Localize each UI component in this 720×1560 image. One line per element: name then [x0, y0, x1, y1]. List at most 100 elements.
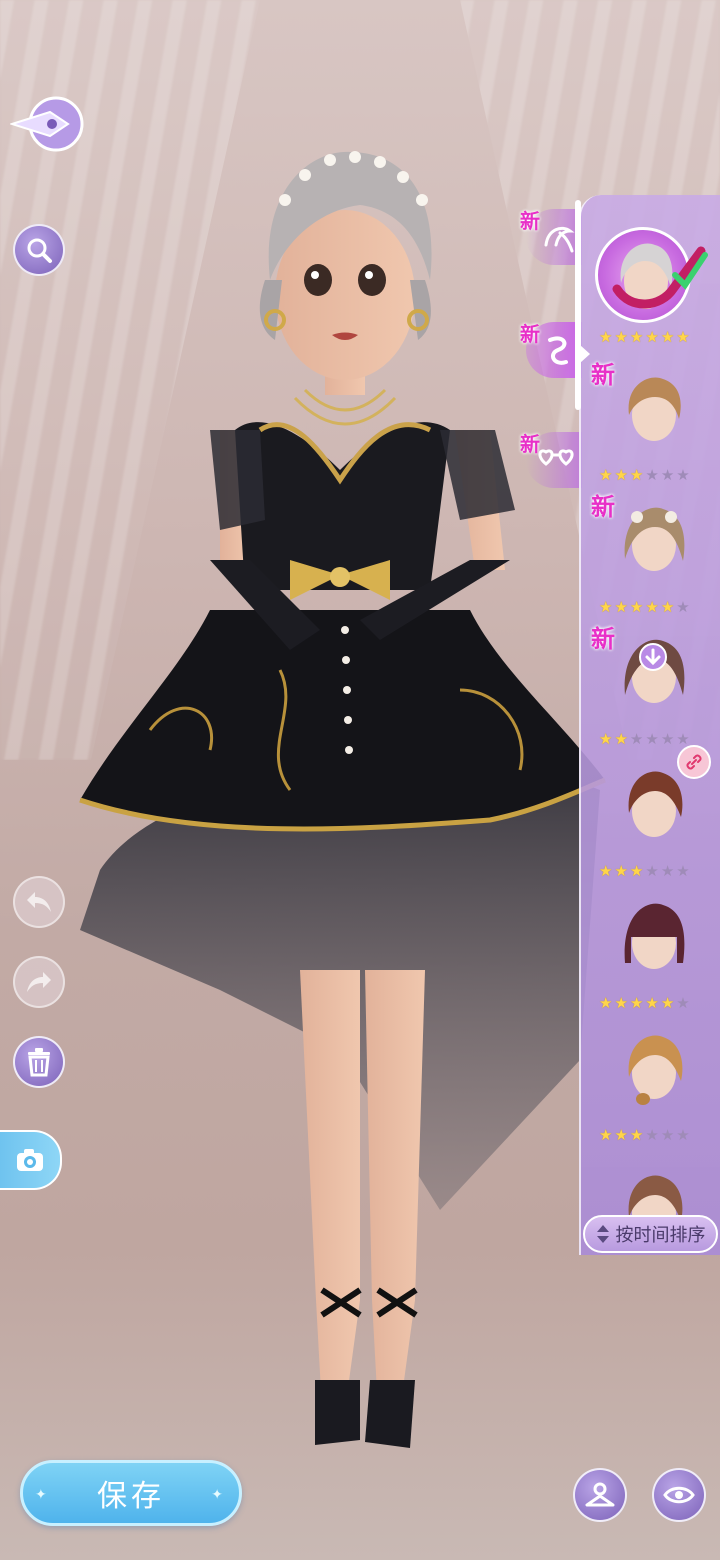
star-icon: ★: [629, 730, 644, 748]
sparkle-icon: ✦: [211, 1487, 227, 1503]
delete-button[interactable]: [13, 1036, 65, 1088]
star-icon: ★: [599, 1126, 613, 1144]
hair-wavy-icon: [624, 639, 685, 703]
star-rating: ★ ★ ★ ★ ★ ★: [599, 863, 690, 879]
star-icon: ★: [660, 862, 675, 880]
sort-by-time-button[interactable]: 按时间排序: [583, 1215, 718, 1253]
save-label: 保存: [97, 1479, 165, 1514]
star-icon: ★: [614, 994, 628, 1012]
star-icon: ★: [614, 466, 628, 484]
hair-sweep-icon: [544, 226, 575, 253]
new-badge: 新: [591, 625, 615, 653]
search-button[interactable]: [13, 224, 65, 276]
star-icon: ★: [676, 730, 690, 748]
star-rating: ★ ★ ★ ★ ★ ★: [599, 1127, 690, 1143]
star-rating: ★ ★ ★ ★ ★ ★: [599, 329, 690, 345]
star-icon: ★: [599, 862, 613, 880]
undo-icon: [27, 892, 51, 912]
star-icon: ★: [660, 730, 675, 748]
star-icon: ★: [660, 1126, 675, 1144]
star-icon: ★: [629, 598, 644, 616]
star-icon: ★: [645, 1126, 659, 1144]
star-icon: ★: [645, 328, 659, 346]
hair-item-wavy[interactable]: 新 ★ ★ ★ ★ ★ ★: [581, 619, 720, 751]
star-icon: ★: [676, 598, 690, 616]
star-icon: ★: [599, 994, 613, 1012]
star-rating: ★ ★ ★ ★ ★ ★: [599, 467, 690, 483]
star-icon: ★: [599, 730, 613, 748]
category-tab-heart-glasses[interactable]: 新: [520, 428, 582, 492]
eye-icon: [663, 1486, 695, 1504]
star-icon: ★: [614, 328, 628, 346]
star-icon: ★: [645, 598, 659, 616]
star-icon: ★: [676, 328, 690, 346]
sparkle-icon: ✦: [35, 1487, 51, 1503]
camera-button[interactable]: [0, 1130, 62, 1190]
star-icon: ★: [660, 994, 675, 1012]
hair-item-bob-bangs[interactable]: ★ ★ ★ ★ ★ ★: [581, 883, 720, 1015]
hair-auburn-updo-icon: [628, 771, 683, 837]
star-rating: ★ ★ ★ ★ ★ ★: [599, 995, 690, 1011]
star-icon: ★: [614, 862, 628, 880]
redo-button[interactable]: [13, 956, 65, 1008]
heart-glasses-icon: [538, 449, 574, 466]
camera-icon: [17, 1149, 43, 1171]
redo-icon: [27, 972, 51, 992]
star-icon: ★: [599, 598, 613, 616]
star-icon: ★: [629, 328, 644, 346]
new-badge: 新: [591, 493, 615, 521]
undo-button[interactable]: [13, 876, 65, 928]
star-icon: ★: [645, 994, 659, 1012]
star-icon: ★: [599, 466, 613, 484]
hair-item-blonde-braid[interactable]: ★ ★ ★ ★ ★ ★: [581, 1015, 720, 1147]
preview-button[interactable]: [652, 1468, 706, 1522]
search-icon: [27, 238, 52, 263]
category-tab-hair-curl[interactable]: 新: [520, 318, 582, 382]
hair-item-brown-bun[interactable]: 新 ★ ★ ★ ★ ★ ★: [581, 355, 720, 487]
hair-curl-icon: [548, 336, 568, 365]
hair-bob-bangs-icon: [624, 903, 685, 969]
hair-item-auburn-updo[interactable]: ★ ★ ★ ★ ★ ★: [581, 745, 720, 883]
sort-icon: [596, 1225, 609, 1243]
star-icon: ★: [599, 328, 613, 346]
star-icon: ★: [660, 328, 675, 346]
star-icon: ★: [645, 466, 659, 484]
new-badge: 新: [520, 322, 540, 346]
star-icon: ★: [629, 994, 644, 1012]
star-icon: ★: [614, 598, 628, 616]
star-icon: ★: [614, 1126, 628, 1144]
star-icon: ★: [614, 730, 628, 748]
hair-brown-bun-icon: [628, 377, 681, 441]
sort-label: 按时间排序: [615, 1225, 706, 1246]
hair-flower-pigtail-icon: [624, 507, 685, 571]
star-icon: ★: [629, 1126, 644, 1144]
star-icon: ★: [676, 994, 690, 1012]
wardrobe-button[interactable]: [573, 1468, 627, 1522]
star-icon: ★: [629, 466, 644, 484]
scroll-indicator-arrow: [580, 345, 590, 363]
scroll-track[interactable]: [575, 200, 581, 410]
back-arrow-icon: [8, 96, 84, 152]
star-icon: ★: [629, 862, 644, 880]
trash-icon: [28, 1048, 50, 1077]
star-icon: ★: [676, 862, 690, 880]
hair-item-silver-short[interactable]: ★ ★ ★ ★ ★ ★: [581, 205, 720, 345]
save-button[interactable]: ✦ 保存 ✦: [20, 1460, 242, 1526]
star-rating: ★ ★ ★ ★ ★ ★: [599, 599, 690, 615]
checkmark-icon: [612, 246, 708, 309]
star-icon: ★: [645, 730, 659, 748]
hair-item-flower-pigtail[interactable]: 新 ★ ★ ★ ★ ★ ★: [581, 487, 720, 619]
back-button[interactable]: [8, 92, 88, 156]
star-rating: ★ ★ ★ ★ ★ ★: [599, 731, 690, 747]
star-icon: ★: [660, 466, 675, 484]
item-panel[interactable]: ★ ★ ★ ★ ★ ★ 新 ★ ★ ★ ★ ★ ★ 新 ★ ★ ★ ★ ★ ★ …: [579, 195, 720, 1255]
category-tab-hair-sweep[interactable]: 新: [520, 205, 582, 269]
star-icon: ★: [660, 598, 675, 616]
hanger-icon: [585, 1482, 615, 1507]
star-icon: ★: [676, 466, 690, 484]
new-badge: 新: [520, 209, 540, 233]
hair-blonde-braid-icon: [628, 1035, 683, 1105]
star-icon: ★: [676, 1126, 690, 1144]
new-badge: 新: [591, 361, 615, 389]
star-icon: ★: [645, 862, 659, 880]
